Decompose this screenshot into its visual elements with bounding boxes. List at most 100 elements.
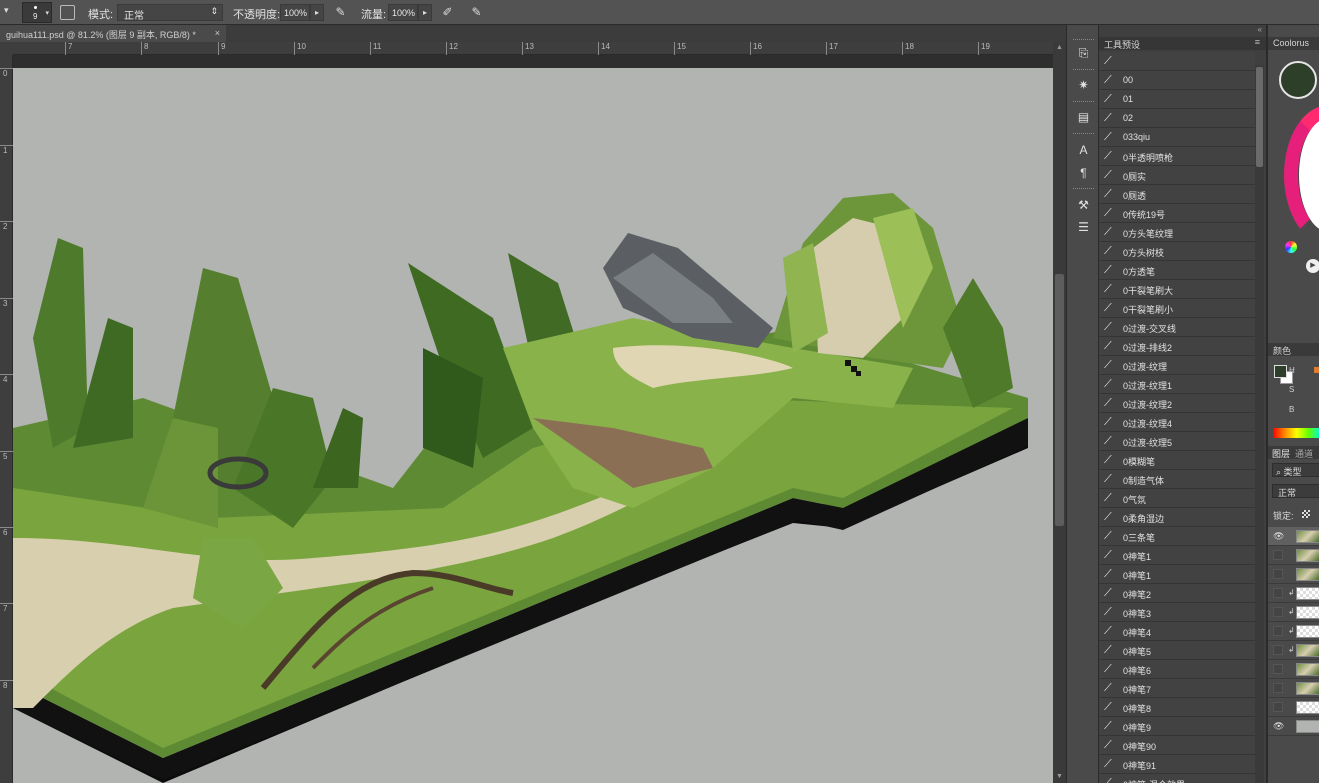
visibility-toggle[interactable] xyxy=(1273,702,1283,712)
layer-blend-mode-select[interactable]: 正常 xyxy=(1272,484,1319,498)
tool-preset-item[interactable]: ⟋ 0柔角湿边 xyxy=(1099,508,1255,527)
layer-row[interactable] xyxy=(1268,698,1319,717)
visibility-toggle[interactable] xyxy=(1273,626,1283,636)
tool-preset-item[interactable]: ⟋ 0制造气体 xyxy=(1099,470,1255,489)
tool-preset-item[interactable]: ⟋ 0过渡-排线2 xyxy=(1099,337,1255,356)
color-wheel-mode-icon[interactable] xyxy=(1285,241,1297,253)
document-canvas[interactable] xyxy=(13,68,1053,783)
color-panel-tab[interactable]: 颜色 xyxy=(1268,343,1319,356)
brush-panel-toggle-button[interactable] xyxy=(60,5,75,20)
tool-preset-item[interactable]: ⟋ 0方头树枝 xyxy=(1099,242,1255,261)
opacity-input[interactable]: 100% xyxy=(280,4,310,21)
tool-preset-item[interactable]: ⟋ 0过渡-纹理2 xyxy=(1099,394,1255,413)
adjustments-icon[interactable]: ☰ xyxy=(1075,219,1092,236)
play-icon[interactable]: ▶ xyxy=(1306,259,1319,273)
tool-preset-item[interactable]: ⟋ 0神笔5 xyxy=(1099,641,1255,660)
tool-preset-item[interactable]: ⟋ 0半透明喷枪 xyxy=(1099,147,1255,166)
tool-preset-item[interactable]: ⟋ 0过渡-纹理1 xyxy=(1099,375,1255,394)
tool-preset-item[interactable]: ⟋ 0传统19号 xyxy=(1099,204,1255,223)
foreground-color-swatch[interactable] xyxy=(1274,365,1287,378)
visibility-toggle[interactable] xyxy=(1273,588,1283,598)
tool-preset-item[interactable]: ⟋ 0神笔-混合效果 xyxy=(1099,774,1255,783)
lock-transparency-icon[interactable] xyxy=(1302,510,1310,518)
blend-mode-select[interactable]: 正常 ⇕ xyxy=(117,4,223,22)
tool-preset-item[interactable]: ⟋ 0神笔90 xyxy=(1099,736,1255,755)
settings-icon[interactable]: ✷ xyxy=(1075,77,1092,94)
tool-preset-item[interactable]: ⟋ 0神笔9 xyxy=(1099,717,1255,736)
tool-preset-item[interactable]: ⟋ 0方透笔 xyxy=(1099,261,1255,280)
brush-size-picker[interactable]: 9 ▾ xyxy=(22,2,52,23)
pressure-opacity-icon[interactable]: ✎ xyxy=(333,5,348,20)
tool-preset-item[interactable]: ⟋ xyxy=(1099,52,1255,71)
horizontal-ruler[interactable]: 7 8 9 10 11 12 13 14 15 16 17 18 19 xyxy=(13,42,1053,55)
tool-preset-item[interactable]: ⟋ 0干裂笔刷小 xyxy=(1099,299,1255,318)
current-color-swatch[interactable] xyxy=(1279,61,1317,99)
tool-preset-item[interactable]: ⟋ 0过渡-纹理 xyxy=(1099,356,1255,375)
history-icon[interactable]: ⎘ xyxy=(1075,45,1092,62)
panel-title[interactable]: 工具预设 xyxy=(1104,38,1140,51)
tool-preset-item[interactable]: ⟋ 01 xyxy=(1099,90,1255,109)
paragraph-icon[interactable]: ¶ xyxy=(1075,165,1092,182)
tool-preset-item[interactable]: ⟋ 0神笔4 xyxy=(1099,622,1255,641)
tool-preset-item[interactable]: ⟋ 033qiu xyxy=(1099,128,1255,147)
ruler-corner[interactable] xyxy=(0,42,13,55)
collapse-icon[interactable]: « xyxy=(1258,25,1262,34)
scroll-down-icon[interactable]: ▼ xyxy=(1056,773,1063,780)
layer-row[interactable]: 👁 xyxy=(1268,527,1319,546)
layer-row[interactable] xyxy=(1268,546,1319,565)
layer-row[interactable] xyxy=(1268,660,1319,679)
presets-scrollbar[interactable] xyxy=(1255,65,1264,783)
eye-icon[interactable]: 👁 xyxy=(1273,721,1284,731)
visibility-toggle[interactable] xyxy=(1273,607,1283,617)
scrollbar-thumb[interactable] xyxy=(1256,67,1263,167)
layer-row[interactable]: ↲ xyxy=(1268,584,1319,603)
brush-presets-icon[interactable]: ▤ xyxy=(1075,109,1092,126)
panel-menu-icon[interactable]: ≡ xyxy=(1255,37,1260,47)
tool-preset-item[interactable]: ⟋ 0神笔1 xyxy=(1099,546,1255,565)
tool-preset-item[interactable]: ⟋ 0厕透 xyxy=(1099,185,1255,204)
tool-preset-item[interactable]: ⟋ 0神笔8 xyxy=(1099,698,1255,717)
h-slider[interactable] xyxy=(1314,367,1319,373)
flow-input[interactable]: 100% xyxy=(388,4,418,21)
opacity-dropdown-button[interactable]: ▸ xyxy=(310,4,324,21)
scrollbar-thumb[interactable] xyxy=(1055,274,1064,526)
tool-preset-item[interactable]: ⟋ 0过渡-交叉线 xyxy=(1099,318,1255,337)
tool-preset-item[interactable]: ⟋ 02 xyxy=(1099,109,1255,128)
canvas-area[interactable] xyxy=(13,55,1053,783)
layer-row[interactable] xyxy=(1268,679,1319,698)
tool-preset-item[interactable]: ⟋ 0神笔7 xyxy=(1099,679,1255,698)
tool-preset-item[interactable]: ⟋ 0神笔2 xyxy=(1099,584,1255,603)
layer-row[interactable]: ↲ xyxy=(1268,603,1319,622)
airbrush-icon[interactable]: ✐ xyxy=(440,5,455,20)
layer-row[interactable] xyxy=(1268,565,1319,584)
layer-row[interactable]: ↲ xyxy=(1268,641,1319,660)
close-icon[interactable]: × xyxy=(215,28,220,38)
visibility-toggle[interactable] xyxy=(1273,569,1283,579)
layer-row[interactable]: 👁 xyxy=(1268,717,1319,736)
tool-preset-item[interactable]: ⟋ 0干裂笔刷大 xyxy=(1099,280,1255,299)
scroll-up-icon[interactable]: ▲ xyxy=(1056,44,1063,51)
tool-preset-item[interactable]: ⟋ 0方头笔纹理 xyxy=(1099,223,1255,242)
tool-preset-item[interactable]: ⟋ 0三条笔 xyxy=(1099,527,1255,546)
layer-filter-kind-select[interactable]: ⌕ 类型 xyxy=(1272,463,1319,477)
tool-preset-item[interactable]: ⟋ 0神笔6 xyxy=(1099,660,1255,679)
visibility-toggle[interactable] xyxy=(1273,664,1283,674)
tab-layers[interactable]: 图层 xyxy=(1272,447,1290,460)
tool-preset-item[interactable]: ⟋ 00 xyxy=(1099,71,1255,90)
pressure-size-icon[interactable]: ✎ xyxy=(469,5,484,20)
tool-preset-item[interactable]: ⟋ 0厕实 xyxy=(1099,166,1255,185)
tool-preset-item[interactable]: ⟋ 0过渡-纹理5 xyxy=(1099,432,1255,451)
tool-preset-dropdown-icon[interactable]: ▾ xyxy=(4,5,18,19)
tool-preset-item[interactable]: ⟋ 0神笔1 xyxy=(1099,565,1255,584)
tool-preset-item[interactable]: ⟋ 0模糊笔 xyxy=(1099,451,1255,470)
canvas-vertical-scrollbar[interactable]: ▲ ▼ xyxy=(1053,42,1066,783)
flow-dropdown-button[interactable]: ▸ xyxy=(418,4,432,21)
layer-row[interactable]: ↲ xyxy=(1268,622,1319,641)
color-spectrum-bar[interactable] xyxy=(1273,428,1319,438)
visibility-toggle[interactable] xyxy=(1273,550,1283,560)
tool-preset-item[interactable]: ⟋ 0神笔3 xyxy=(1099,603,1255,622)
coolorus-tab[interactable]: Coolorus xyxy=(1268,37,1319,50)
tool-preset-item[interactable]: ⟋ 0过渡-纹理4 xyxy=(1099,413,1255,432)
visibility-toggle[interactable] xyxy=(1273,645,1283,655)
visibility-toggle[interactable] xyxy=(1273,683,1283,693)
